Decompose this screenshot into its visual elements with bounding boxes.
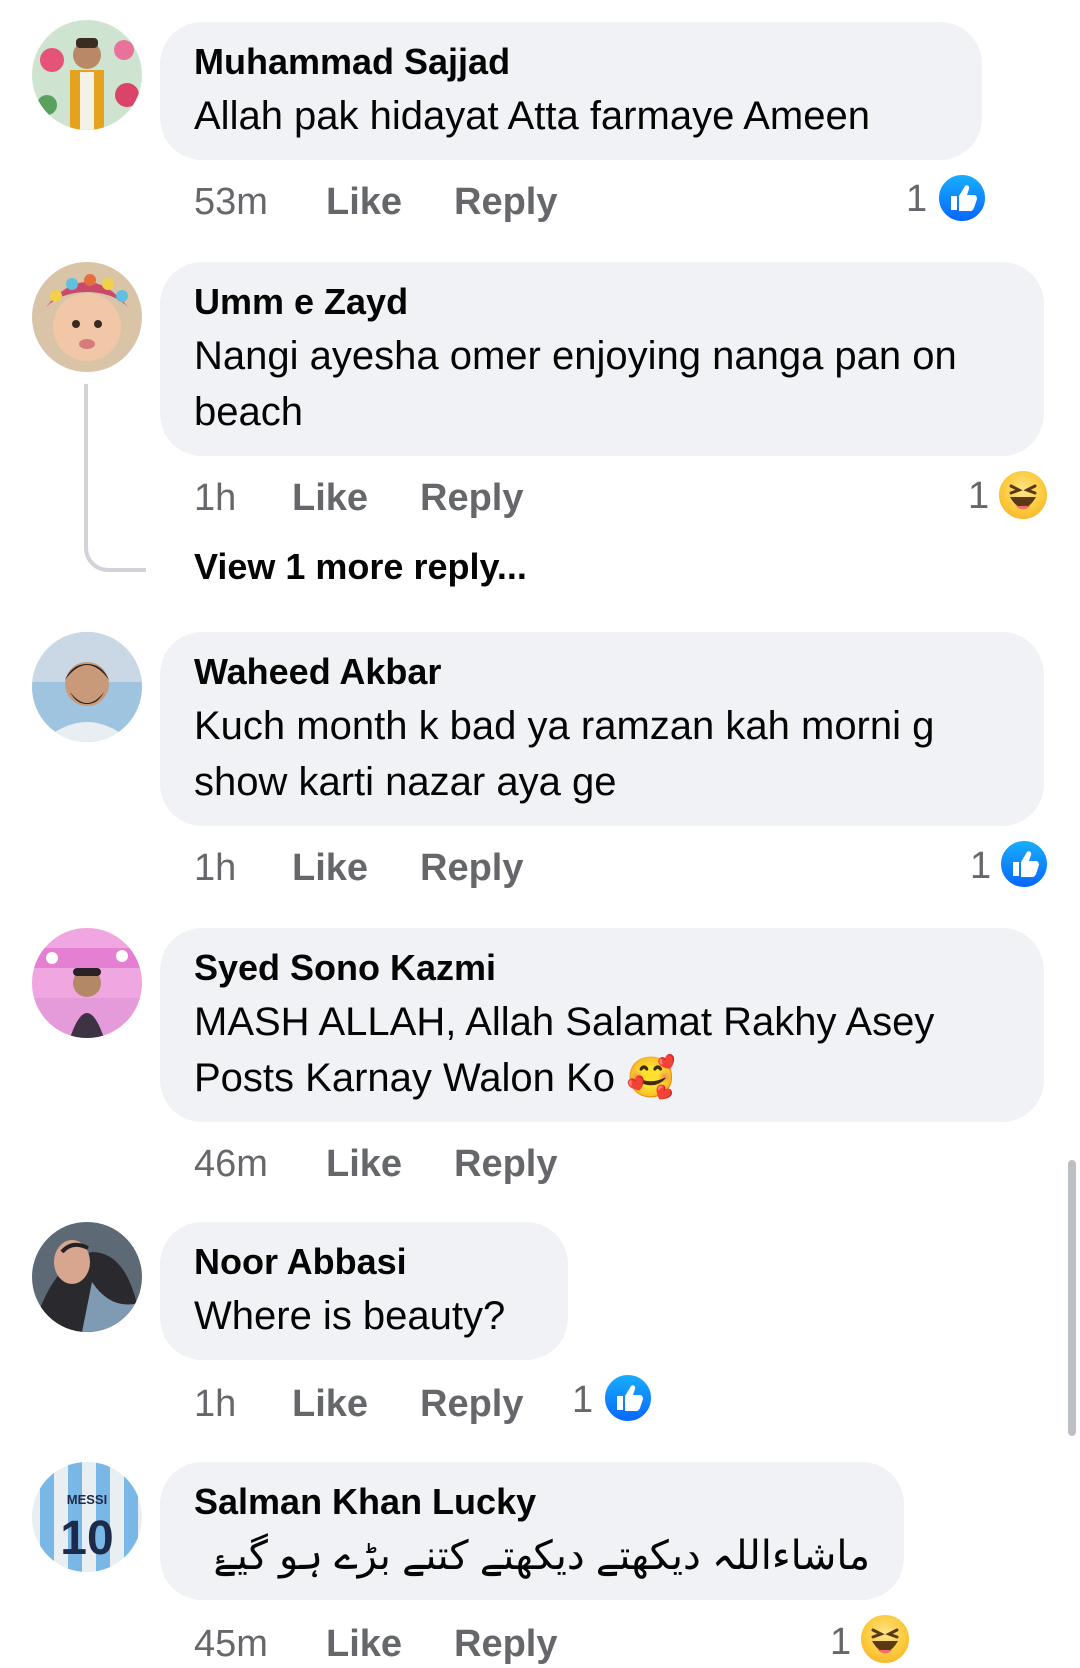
- avatar-waheed-akbar[interactable]: [32, 632, 142, 742]
- comment-time[interactable]: 45m: [194, 1622, 268, 1666]
- avatar-muhammad-sajjad[interactable]: [32, 20, 142, 130]
- like-button[interactable]: Like: [292, 846, 368, 890]
- comment-author[interactable]: Noor Abbasi: [194, 1240, 407, 1284]
- comment-time[interactable]: 1h: [194, 1382, 236, 1426]
- reaction-count[interactable]: 1: [968, 474, 989, 518]
- reply-button[interactable]: Reply: [420, 846, 523, 890]
- thread-connector: [84, 384, 146, 572]
- reaction-count[interactable]: 1: [572, 1378, 593, 1422]
- comment-text: Kuch month k bad ya ramzan kah morni g s…: [194, 704, 935, 804]
- reply-button[interactable]: Reply: [420, 1382, 523, 1426]
- comment-time[interactable]: 53m: [194, 180, 268, 224]
- haha-reaction-icon[interactable]: [858, 1612, 912, 1666]
- reply-button[interactable]: Reply: [420, 476, 523, 520]
- like-button[interactable]: Like: [326, 1622, 402, 1666]
- reply-button[interactable]: Reply: [454, 1142, 557, 1186]
- view-more-replies-link[interactable]: View 1 more reply...: [194, 546, 527, 588]
- reply-button[interactable]: Reply: [454, 180, 557, 224]
- like-button[interactable]: Like: [326, 180, 402, 224]
- jersey-name-text: MESSI: [67, 1492, 107, 1507]
- avatar-syed-sono-kazmi[interactable]: [32, 928, 142, 1038]
- comment-author[interactable]: Muhammad Sajjad: [194, 40, 510, 84]
- comment-author[interactable]: Syed Sono Kazmi: [194, 946, 496, 990]
- like-reaction-icon[interactable]: [998, 838, 1050, 890]
- reaction-count[interactable]: 1: [906, 177, 927, 221]
- comment-time[interactable]: 1h: [194, 846, 236, 890]
- comment-text: Allah pak hidayat Atta farmaye Ameen: [194, 94, 870, 138]
- jersey-number-text: 10: [60, 1512, 113, 1565]
- reply-button[interactable]: Reply: [454, 1622, 557, 1666]
- avatar-noor-abbasi[interactable]: [32, 1222, 142, 1332]
- comment-author[interactable]: Umm e Zayd: [194, 280, 408, 324]
- reaction-count[interactable]: 1: [830, 1620, 851, 1664]
- like-button[interactable]: Like: [326, 1142, 402, 1186]
- comment-text: Where is beauty?: [194, 1294, 506, 1338]
- like-button[interactable]: Like: [292, 1382, 368, 1426]
- scrollbar[interactable]: [1068, 1160, 1076, 1436]
- comment-text: MASH ALLAH, Allah Salamat Rakhy Asey Pos…: [194, 1000, 935, 1100]
- avatar-umm-e-zayd[interactable]: [32, 262, 142, 372]
- reaction-count[interactable]: 1: [970, 844, 991, 888]
- comment-author[interactable]: Salman Khan Lucky: [194, 1480, 536, 1524]
- comment-text: Nangi ayesha omer enjoying nanga pan on …: [194, 334, 957, 434]
- avatar-salman-khan-lucky[interactable]: MESSI 10: [32, 1462, 142, 1572]
- like-reaction-icon[interactable]: [602, 1372, 654, 1424]
- comment-text: ماشاءاللہ دیکھتے دیکھتے کتنے بڑے ہو گیۓ: [213, 1534, 870, 1578]
- like-reaction-icon[interactable]: [936, 172, 988, 224]
- comment-time[interactable]: 46m: [194, 1142, 268, 1186]
- like-button[interactable]: Like: [292, 476, 368, 520]
- comment-time[interactable]: 1h: [194, 476, 236, 520]
- comment-author[interactable]: Waheed Akbar: [194, 650, 441, 694]
- haha-reaction-icon[interactable]: [996, 468, 1050, 522]
